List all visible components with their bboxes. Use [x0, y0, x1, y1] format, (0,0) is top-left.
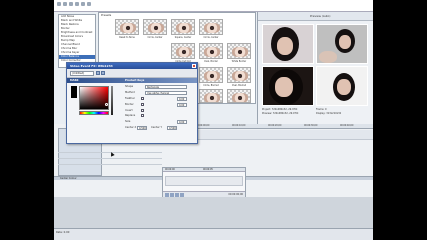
- color-picker-handle[interactable]: [105, 103, 108, 106]
- keyframe-ruler-label: 00:00:05: [203, 168, 213, 171]
- preset-thumbnail[interactable]: [143, 19, 167, 35]
- toolbar-button[interactable]: [75, 2, 79, 6]
- toolbar-button[interactable]: [69, 2, 73, 6]
- border-value[interactable]: 0.00: [177, 103, 187, 107]
- center-x-value[interactable]: 0.500: [137, 126, 147, 130]
- ruler-label: 00:00:00;00: [196, 124, 210, 127]
- lower-panel: [54, 197, 373, 228]
- section-label: MASK: [70, 79, 79, 82]
- preview-mode-label[interactable]: Preview (Auto): [310, 14, 330, 18]
- preset-label: Reset to None: [119, 36, 135, 39]
- toolbar-button[interactable]: [57, 2, 61, 6]
- brightness-slider[interactable]: [111, 86, 113, 115]
- ruler-label: 00:00:30;00: [304, 124, 318, 127]
- frame-info: Frame: 0: [316, 108, 327, 111]
- status-bar: Rate: 0.00: [54, 228, 373, 240]
- preset-thumbnail[interactable]: [227, 43, 251, 59]
- video-event-fx-dialog: Video Event FX: IMG1234 (Untitled) MASK …: [66, 62, 198, 144]
- dialog-toolbar: (Untitled): [67, 69, 197, 78]
- preset-thumbnail[interactable]: [115, 19, 139, 35]
- project-info: Project: 720x480x32, 29.970i: [262, 108, 298, 111]
- center-y-value[interactable]: 0.500: [167, 126, 177, 130]
- method-select[interactable]: Use alpha channel: [145, 91, 187, 95]
- feather-checkbox[interactable]: [141, 97, 144, 100]
- color-swatch[interactable]: [71, 86, 77, 98]
- size-value[interactable]: 0.00: [177, 120, 187, 124]
- preset-label: Circle, Center: [147, 36, 163, 39]
- preset-thumbnail[interactable]: [227, 89, 251, 103]
- toolbar-button[interactable]: [87, 2, 91, 6]
- keyframe-time: 00:00:00;00: [228, 193, 243, 196]
- dialog-section-header: MASK Product Keys: [67, 78, 197, 83]
- ruler-label: 00:00:40;00: [340, 124, 354, 127]
- shape-select[interactable]: Rectangle: [145, 85, 187, 89]
- keyframe-ruler-label: 00:00:00: [165, 168, 175, 171]
- preset-label: Square, Center: [174, 36, 192, 39]
- preset-thumbnail[interactable]: [227, 67, 251, 83]
- param-label: Shape: [125, 85, 134, 88]
- preview-photo: [316, 66, 368, 106]
- color-picker-field[interactable]: [79, 86, 109, 110]
- status-rate: Rate: 0.00: [56, 231, 70, 234]
- display-info: Display: 313x210x32: [316, 112, 342, 115]
- top-toolbar: [54, 0, 373, 12]
- event-keyframes-panel: 00:00:00 00:00:05 00:00:00;00: [162, 167, 246, 197]
- preset-thumbnail[interactable]: [171, 19, 195, 35]
- param-label: Center X: [125, 126, 137, 129]
- keyframe-ruler[interactable]: 00:00:00 00:00:05: [163, 168, 245, 172]
- preset-label: White Border: [231, 60, 247, 63]
- preset-combo[interactable]: (Untitled): [70, 71, 94, 76]
- replace-checkbox[interactable]: [141, 114, 144, 117]
- ruler-label: 00:00:20;00: [268, 124, 282, 127]
- param-label: Invert: [125, 109, 133, 112]
- param-label: Method: [125, 91, 135, 94]
- keyframe-lane[interactable]: [165, 176, 243, 186]
- param-label: Feather: [125, 97, 135, 100]
- border-checkbox[interactable]: [141, 103, 144, 106]
- track-header-label: Center Colour: [60, 177, 77, 180]
- invert-checkbox[interactable]: [141, 109, 144, 112]
- preset-thumbnail[interactable]: [199, 89, 223, 103]
- param-label: Size: [125, 120, 131, 123]
- app-window: Add Noise Black and White Black Restore …: [54, 0, 373, 240]
- preset-label: Circle, Center: [203, 36, 219, 39]
- preset-thumbnail[interactable]: [199, 19, 223, 35]
- preset-thumbnail[interactable]: [171, 43, 195, 59]
- toolbar-button[interactable]: [63, 2, 67, 6]
- close-icon[interactable]: [192, 64, 196, 68]
- timeline-ruler[interactable]: 00:00:00;00 00:00:10;00 00:00:20;00 00:0…: [194, 124, 373, 129]
- preview-info: Preview: 720x480x32, 29.970i: [262, 112, 299, 115]
- preset-label: Oval, Blurred: [231, 84, 247, 87]
- video-fx-list: Add Noise Black and White Black Restore …: [58, 14, 96, 68]
- preview-photo: [262, 66, 314, 106]
- param-label: Replace: [125, 114, 136, 117]
- toolbar-button[interactable]: [81, 2, 85, 6]
- preset-thumbnail[interactable]: [199, 43, 223, 59]
- preset-label: Circle, Blurred: [203, 84, 219, 87]
- presets-title: Presets: [101, 13, 112, 17]
- ruler-label: 00:00:10;00: [232, 124, 246, 127]
- delete-preset-icon[interactable]: [101, 71, 105, 75]
- preset-thumbnail[interactable]: [199, 67, 223, 83]
- section-right-label: Product Keys: [125, 79, 145, 82]
- param-label: Border: [125, 103, 134, 106]
- preview-photo: [262, 24, 314, 64]
- preset-label: Oval, Border: [204, 60, 218, 63]
- track-row[interactable]: [58, 160, 162, 165]
- preview-photo: [316, 24, 368, 64]
- hue-slider[interactable]: [79, 111, 109, 115]
- video-track-lane[interactable]: [194, 130, 373, 140]
- video-preview-panel: Preview (Auto) Project: 720x480x32, 29.9…: [257, 12, 373, 124]
- feather-value[interactable]: 0.00: [177, 97, 187, 101]
- param-label: Center Y: [151, 126, 163, 129]
- save-preset-icon[interactable]: [96, 71, 100, 75]
